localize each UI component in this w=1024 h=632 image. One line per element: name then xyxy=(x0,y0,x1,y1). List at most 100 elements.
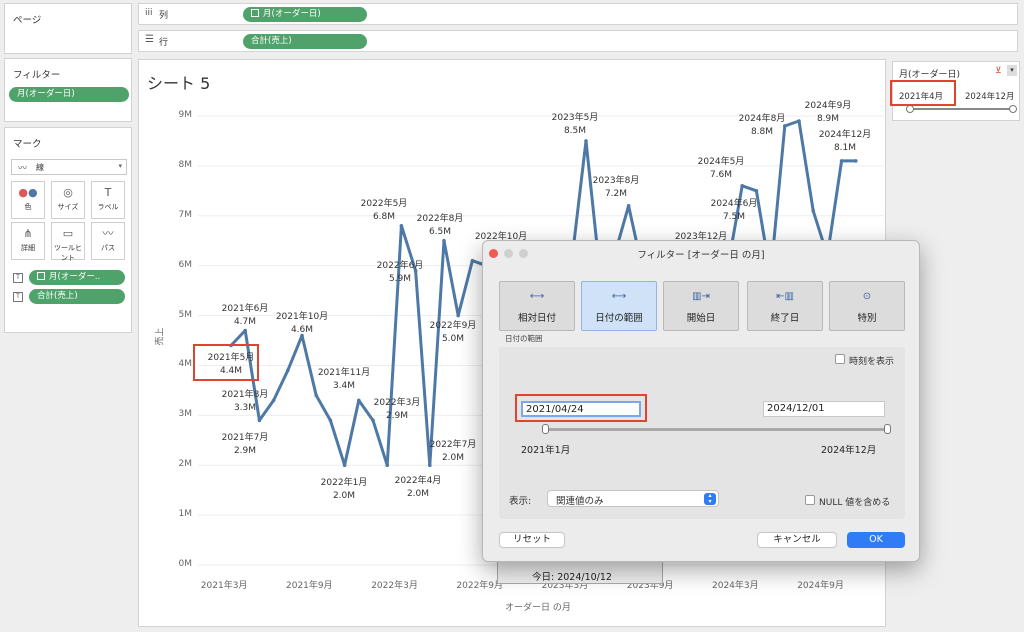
data-label-date: 2021年10月 xyxy=(275,312,329,322)
data-label-value: 2.9M xyxy=(385,411,409,421)
data-label: 2022年8月 6.5M xyxy=(417,213,464,239)
data-point[interactable] xyxy=(626,204,631,208)
y-tick-label: 2M xyxy=(178,459,193,470)
show-time-checkbox[interactable] xyxy=(835,354,845,364)
data-point[interactable] xyxy=(257,418,262,423)
data-label: 2021年11月 3.4M xyxy=(318,367,370,393)
y-tick-label: 9M xyxy=(178,110,193,120)
data-label-value: 4.7M xyxy=(233,317,257,327)
data-label-date: 2023年8月 xyxy=(592,176,640,186)
data-point[interactable] xyxy=(754,189,759,193)
data-label-value: 5.0M xyxy=(441,334,465,344)
data-label-date: 2021年6月 xyxy=(221,304,269,314)
data-label: 2022年1月 2.0M xyxy=(321,477,368,503)
x-tick-label: 2024年3月 xyxy=(712,581,759,591)
cancel-button[interactable]: キャンセル xyxy=(757,532,837,548)
data-point[interactable] xyxy=(271,398,276,403)
highlight-start-date-input xyxy=(515,394,647,422)
data-point[interactable] xyxy=(811,208,815,213)
data-label-date: 2023年5月 xyxy=(551,113,599,123)
data-label-value: 2.9M xyxy=(233,446,257,456)
data-label-date: 2024年8月 xyxy=(738,114,786,124)
data-label-date: 2022年1月 xyxy=(320,478,368,488)
data-label-value: 3.4M xyxy=(332,381,356,391)
data-point[interactable] xyxy=(342,463,347,468)
date-range-icon: ⟷ xyxy=(611,291,627,302)
x-tick-label: 2021年9月 xyxy=(286,581,333,591)
tab-special[interactable]: ⊙ 特別 xyxy=(829,281,905,331)
data-label-date: 2022年3月 xyxy=(373,398,421,408)
relative-date-icon: ⟷ xyxy=(529,291,545,302)
today-tooltip: 今日: 2024/10/12 xyxy=(497,560,663,584)
display-select[interactable]: 関連値のみ ▴ ▾ xyxy=(547,490,719,507)
data-label-value: 8.1M xyxy=(833,143,857,153)
date-range-slider-start-handle[interactable] xyxy=(542,424,549,434)
tab-relative-date[interactable]: ⟷ 相対日付 xyxy=(499,281,575,331)
data-label: 2022年9月 5.0M xyxy=(430,320,477,346)
data-label: 2021年10月 4.6M xyxy=(276,311,328,337)
include-null-label: NULL 値を含める xyxy=(819,498,891,508)
tab-date-range[interactable]: ⟷ 日付の範囲 xyxy=(581,281,657,331)
data-point[interactable] xyxy=(357,398,361,403)
data-point[interactable] xyxy=(286,368,290,373)
dialog-title: フィルター [オーダー日 の月] xyxy=(637,250,765,261)
tab-end-date[interactable]: ⇤▥ 終了日 xyxy=(747,281,823,331)
data-label: 2024年6月 7.5M xyxy=(711,198,758,224)
data-label-value: 8.8M xyxy=(750,127,774,137)
data-point[interactable] xyxy=(385,463,390,468)
tab-start-date[interactable]: ▥⇥ 開始日 xyxy=(663,281,739,331)
select-stepper-icon: ▴ ▾ xyxy=(704,493,716,505)
data-label-value: 8.9M xyxy=(816,114,840,124)
data-label-date: 2021年11月 xyxy=(317,368,371,378)
reset-button[interactable]: リセット xyxy=(499,532,565,548)
y-tick-label: 6M xyxy=(178,259,193,270)
tab-caption: 日付の範囲 xyxy=(505,334,543,343)
range-min-label: 2021年1月 xyxy=(521,445,571,456)
data-point[interactable] xyxy=(854,159,858,163)
data-point[interactable] xyxy=(442,238,446,243)
x-axis-title: オーダー日 の月 xyxy=(505,603,571,613)
include-null-checkbox[interactable] xyxy=(805,495,815,505)
date-range-slider-track[interactable] xyxy=(545,428,887,431)
data-label-date: 2024年9月 xyxy=(804,101,852,111)
data-label-date: 2024年12月 xyxy=(818,130,872,140)
data-label-value: 7.6M xyxy=(709,170,733,180)
y-tick-label: 1M xyxy=(178,509,193,520)
data-label-date: 2022年8月 xyxy=(416,214,464,224)
data-label: 2022年3月 2.9M xyxy=(374,397,421,423)
data-point[interactable] xyxy=(584,139,588,143)
x-tick-label: 2024年9月 xyxy=(797,581,844,591)
data-label: 2024年5月 7.6M xyxy=(698,156,745,182)
data-point[interactable] xyxy=(314,393,319,398)
y-tick-label: 8M xyxy=(178,159,193,170)
show-time-label: 時刻を表示 xyxy=(849,357,895,367)
data-label-value: 3.3M xyxy=(233,403,257,413)
display-label: 表示: xyxy=(509,496,532,507)
data-label-value: 2.0M xyxy=(332,491,356,501)
data-label-date: 2022年9月 xyxy=(429,321,477,331)
data-label: 2021年6月 4.7M xyxy=(222,303,269,329)
data-point[interactable] xyxy=(399,223,404,228)
data-label: 2023年8月 7.2M xyxy=(593,175,640,201)
data-point[interactable] xyxy=(456,313,461,318)
data-label: 2022年7月 2.0M xyxy=(430,439,477,465)
data-label: 2021年7月 2.9M xyxy=(222,432,269,458)
data-label-date: 2024年6月 xyxy=(710,199,758,209)
end-date-input[interactable]: 2024/12/01 xyxy=(763,401,885,417)
data-point[interactable] xyxy=(797,119,801,123)
data-point[interactable] xyxy=(740,184,744,188)
data-label-value: 5.9M xyxy=(388,274,412,284)
data-point[interactable] xyxy=(243,328,247,333)
data-label-value: 7.2M xyxy=(604,189,628,199)
data-label: 2022年4月 2.0M xyxy=(395,475,442,501)
ok-button[interactable]: OK xyxy=(847,532,905,548)
display-select-value: 関連値のみ xyxy=(556,496,604,507)
y-tick-label: 3M xyxy=(178,409,193,420)
data-label-value: 2.0M xyxy=(441,453,465,463)
data-label-value: 2.0M xyxy=(406,489,430,499)
data-point[interactable] xyxy=(328,418,333,423)
data-point[interactable] xyxy=(470,258,475,263)
x-tick-label: 2022年3月 xyxy=(371,581,418,591)
date-range-slider-end-handle[interactable] xyxy=(884,424,891,434)
data-point[interactable] xyxy=(839,159,844,163)
